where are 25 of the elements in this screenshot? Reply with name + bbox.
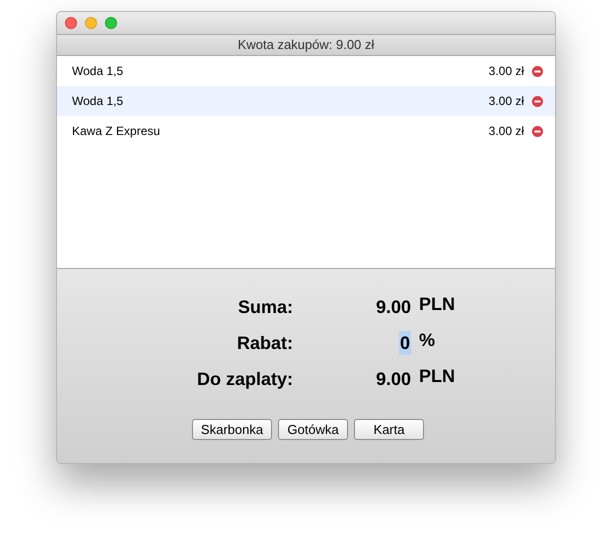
- summary-label: Rabat:: [236, 332, 294, 355]
- remove-icon[interactable]: [532, 66, 543, 76]
- summary-value: 9.00: [376, 368, 411, 391]
- item-name: Woda 1,5: [72, 63, 124, 80]
- payment-button[interactable]: Skarbonka: [192, 419, 272, 440]
- item-name: Woda 1,5: [72, 93, 124, 110]
- remove-icon[interactable]: [532, 126, 543, 136]
- list-row[interactable]: Woda 1,5 3.00 zł: [57, 86, 555, 116]
- summary-label: Do zaplaty:: [196, 368, 294, 391]
- close-button[interactable]: [65, 17, 77, 29]
- unit-label: PLN: [418, 295, 456, 316]
- item-price: 3.00 zł: [488, 63, 524, 80]
- discount-field[interactable]: 0: [398, 331, 411, 355]
- item-price: 3.00 zł: [488, 93, 524, 110]
- payment-button[interactable]: Karta: [354, 419, 424, 440]
- remove-icon[interactable]: [532, 96, 543, 106]
- unit-label: %: [418, 331, 436, 352]
- item-price: 3.00 zł: [488, 123, 524, 140]
- unit-label: PLN: [418, 367, 456, 388]
- purchase-total: Kwota zakupów: 9.00 zł: [238, 36, 374, 54]
- item-name: Kawa Z Expresu: [72, 123, 162, 140]
- summary-label: Suma:: [236, 296, 294, 319]
- summary-value: 9.00: [376, 296, 411, 319]
- payment-button[interactable]: Gotówka: [278, 419, 348, 440]
- zoom-button[interactable]: [105, 17, 117, 29]
